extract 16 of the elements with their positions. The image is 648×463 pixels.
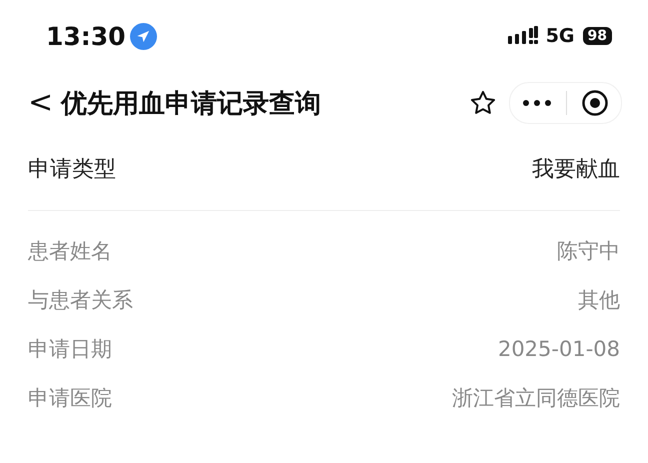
signal-icon [508, 26, 538, 46]
field-label: 申请日期 [28, 336, 112, 362]
field-value: 2025-01-08 [498, 336, 620, 360]
field-label: 申请类型 [28, 156, 116, 184]
field-label: 患者姓名 [28, 238, 112, 264]
field-label: 申请医院 [28, 384, 112, 412]
clock-time: 13:30 [46, 22, 126, 50]
back-button[interactable]: < [28, 88, 58, 118]
field-value: 浙江省立同德医院 [452, 384, 620, 412]
network-label: 5G [546, 25, 575, 47]
field-value: 陈守中 [557, 238, 620, 264]
battery-level: 98 [582, 27, 612, 45]
field-value: 我要献血 [532, 156, 620, 184]
field-label: 与患者关系 [28, 286, 133, 314]
page-title: 优先用血申请记录查询 [61, 88, 322, 120]
field-value: 其他 [578, 286, 620, 314]
